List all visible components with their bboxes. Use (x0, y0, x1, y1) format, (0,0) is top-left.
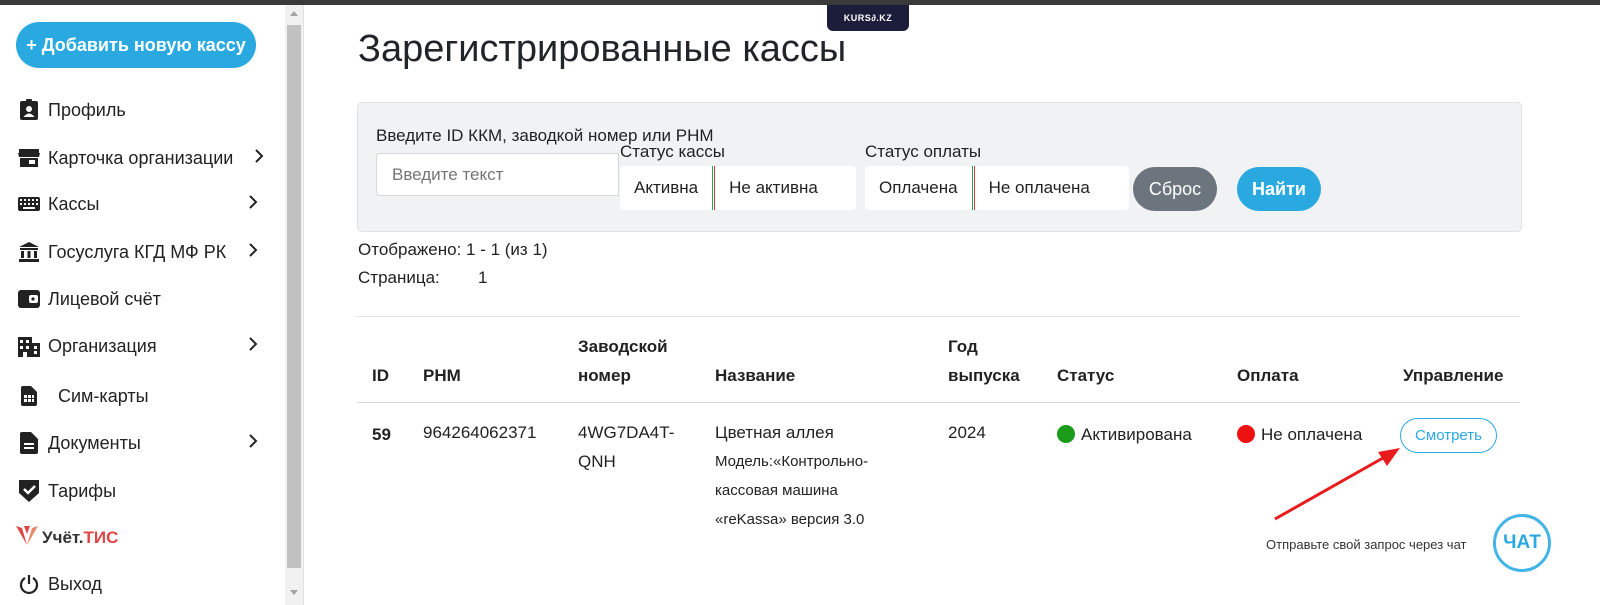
view-button[interactable]: Смотреть (1400, 418, 1497, 453)
scroll-up-icon[interactable] (290, 11, 298, 16)
cell-payment: Не оплачена (1237, 420, 1362, 449)
chat-hint: Отправьте свой запрос через чат (1266, 537, 1467, 552)
keyboard-icon (18, 193, 40, 215)
sidebar-item-label: Тарифы (48, 480, 117, 501)
sidebar-item-label: Сим-карты (58, 385, 149, 406)
sidebar-item-label: Кассы (48, 193, 100, 214)
find-button[interactable]: Найти (1237, 167, 1321, 211)
chevron-right-icon (248, 194, 258, 215)
store-icon (18, 147, 40, 169)
arrow-head (1378, 448, 1400, 466)
column-header-id: ID (372, 366, 389, 385)
cash-status-label: Статус кассы (620, 142, 725, 161)
column-header-serial: Заводской номер (578, 337, 668, 385)
sidebar-item-label: Карточка организации (48, 147, 234, 168)
cell-id: 59 (372, 425, 391, 444)
chevron-right-icon (248, 242, 258, 263)
payment-status-toggle: Оплачена Не оплачена (865, 166, 1129, 210)
column-header-rnm: РНМ (423, 366, 461, 385)
red-arrow-annotation (1274, 448, 1400, 521)
page-number: 1 (478, 268, 488, 287)
add-cash-register-button[interactable]: + Добавить новую кассу (16, 22, 256, 68)
sidebar-item-org-card[interactable]: Карточка организации (18, 143, 268, 173)
wallet-icon (18, 288, 40, 310)
column-header-status: Статус (1057, 366, 1115, 385)
cell-status: Активирована (1057, 420, 1192, 449)
bank-icon (18, 241, 40, 263)
payment-option-paid[interactable]: Оплачена (865, 166, 972, 210)
reset-button[interactable]: Сброс (1133, 167, 1217, 211)
status-dot-icon (1057, 425, 1075, 443)
sidebar-item-label: Организация (48, 335, 157, 356)
sim-icon (18, 385, 40, 407)
sidebar-item-sim-cards[interactable]: Сим-карты (18, 381, 268, 411)
status-option-active[interactable]: Активна (620, 166, 712, 210)
sidebar-item-documents[interactable]: Документы (18, 428, 268, 458)
cell-name: Цветная аллея Модель:«Контрольно- кассов… (715, 423, 869, 528)
sidebar-item-profile[interactable]: Профиль (18, 95, 268, 125)
column-header-name: Название (715, 366, 796, 385)
cell-rnm: 964264062371 (423, 423, 537, 442)
cell-serial: 4WG7DA4T- QNH (578, 423, 675, 471)
sidebar-item-tariffs[interactable]: Тарифы (18, 476, 268, 506)
table-header-divider (357, 402, 1520, 403)
chevron-right-icon (248, 336, 258, 357)
sidebar-item-logout[interactable]: Выход (18, 569, 268, 599)
sidebar-item-cash-registers[interactable]: Кассы (18, 189, 268, 219)
sidebar-item-gov-service[interactable]: Госуслуга КГД МФ РК (18, 237, 268, 267)
chevron-right-icon (254, 148, 264, 169)
status-option-inactive[interactable]: Не активна (715, 166, 832, 210)
sidebar-item-label: Выход (48, 573, 102, 594)
payment-dot-icon (1237, 425, 1255, 443)
chevron-right-icon (248, 433, 258, 454)
sidebar-item-account[interactable]: Лицевой счёт (18, 284, 268, 314)
sidebar-item-label: Госуслуга КГД МФ РК (48, 241, 227, 262)
arrow-shaft (1274, 452, 1391, 521)
page-label: Страница: (358, 268, 440, 287)
building-icon (18, 335, 40, 357)
shield-check-icon (18, 480, 40, 502)
payment-option-unpaid[interactable]: Не оплачена (975, 166, 1104, 210)
payment-status-label: Статус оплаты (865, 142, 982, 161)
search-input[interactable] (376, 153, 619, 196)
profile-icon (18, 99, 40, 121)
column-header-payment: Оплата (1237, 366, 1299, 385)
sidebar-item-label: Документы (48, 432, 141, 453)
sidebar-item-label: Профиль (48, 99, 126, 120)
results-count: Отображено: 1 - 1 (из 1) (358, 240, 548, 259)
cell-year: 2024 (948, 423, 986, 442)
logo-mark-icon (16, 524, 38, 551)
table-top-divider (357, 316, 1520, 317)
uchet-tis-logo: Учёт. ТИС (16, 524, 118, 551)
scroll-thumb[interactable] (287, 25, 301, 568)
scroll-down-icon[interactable] (290, 590, 298, 595)
column-header-manage: Управление (1403, 366, 1504, 385)
chat-button[interactable]: ЧАТ (1493, 514, 1551, 572)
sidebar-scrollbar[interactable] (285, 5, 304, 605)
sidebar-item-label: Лицевой счёт (48, 288, 161, 309)
column-header-year: Год выпуска (948, 337, 1020, 385)
payment-text: Не оплачена (1261, 425, 1363, 444)
cash-status-toggle: Активна Не активна (620, 166, 856, 210)
status-text: Активирована (1081, 425, 1192, 444)
power-icon (18, 573, 40, 595)
document-icon (18, 432, 40, 454)
sidebar-item-organization[interactable]: Организация (18, 331, 268, 361)
page-title: Зарегистрированные кассы (358, 28, 847, 70)
